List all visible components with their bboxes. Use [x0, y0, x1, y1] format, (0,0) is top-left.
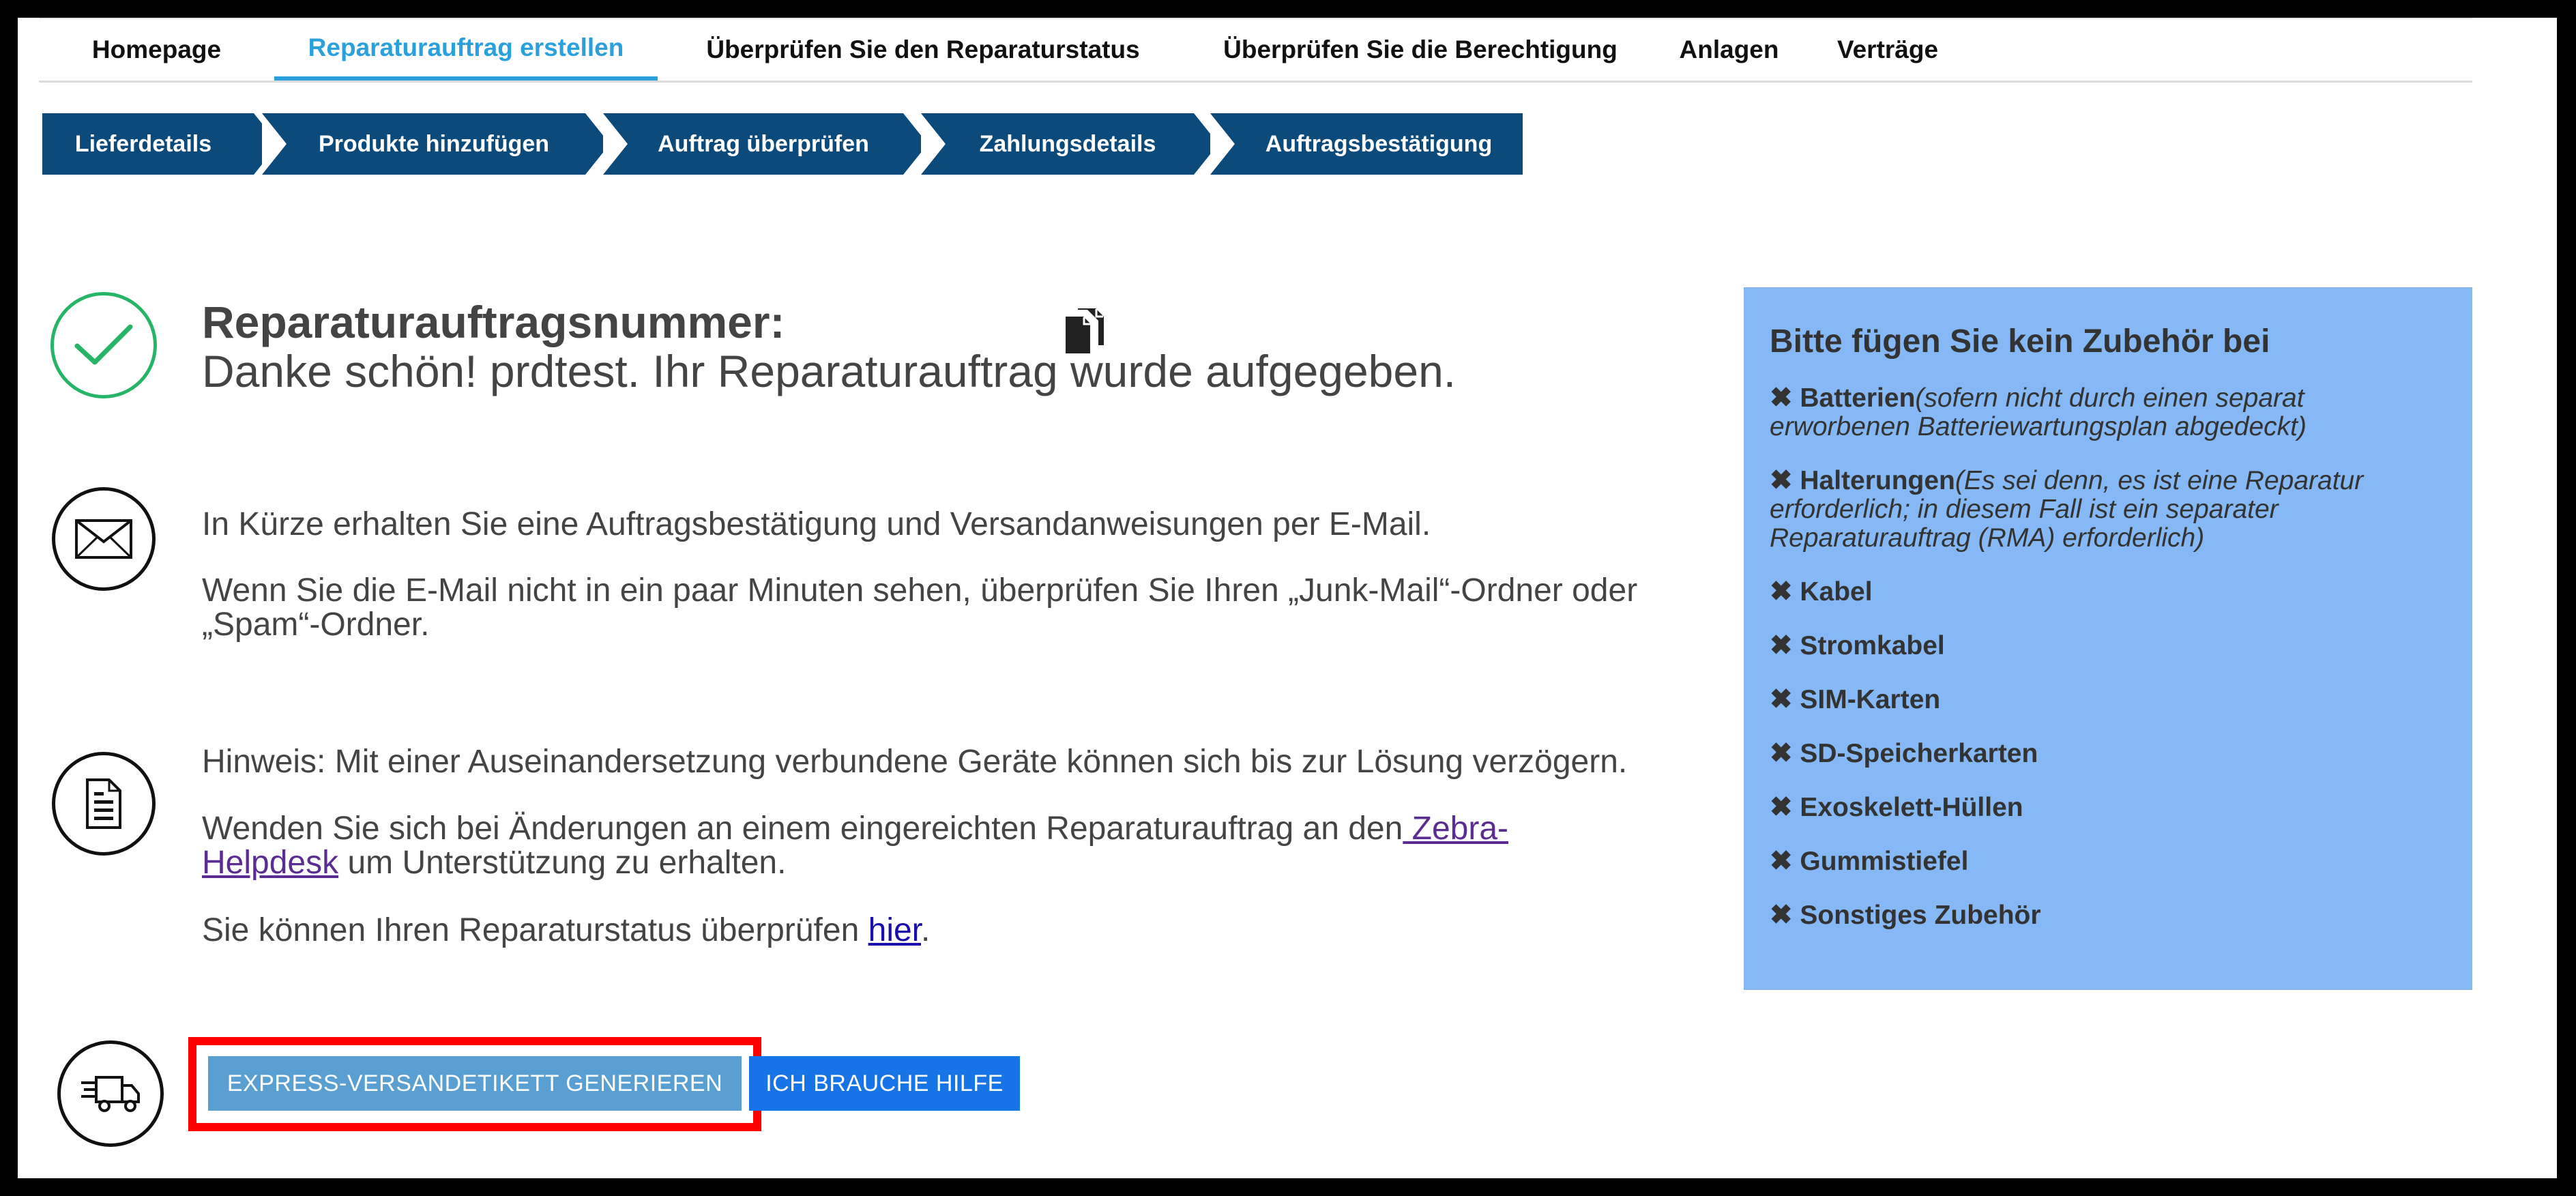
accessory-item: ✖ SD-Speicherkarten	[1770, 739, 2446, 768]
accessory-item: ✖ Kabel	[1770, 577, 2446, 607]
step-auftrag-ueberpruefen[interactable]: Auftrag überprüfen	[603, 113, 928, 175]
step-label: Auftrag überprüfen	[658, 130, 869, 157]
accessory-item: ✖ Exoskelett-Hüllen	[1770, 793, 2446, 822]
delivery-truck-icon	[57, 1040, 164, 1147]
order-stepper: Lieferdetails Produkte hinzufügen Auftra…	[42, 113, 1523, 175]
step-notch	[1210, 113, 1235, 175]
tab-vertraege[interactable]: Verträge	[1806, 19, 1970, 81]
tab-anlagen[interactable]: Anlagen	[1652, 19, 1806, 81]
x-mark-icon: ✖	[1770, 900, 1793, 930]
check-icon	[50, 292, 157, 398]
accessory-name: Stromkabel	[1800, 631, 1945, 660]
repair-status-text: Sie können Ihren Reparaturstatus überprü…	[202, 914, 1635, 948]
x-mark-icon: ✖	[1770, 465, 1793, 495]
accessory-name: SD-Speicherkarten	[1800, 739, 2038, 768]
repair-status-text-end: .	[921, 912, 931, 948]
top-nav: Homepage Reparaturauftrag erstellen Über…	[39, 18, 2472, 83]
helpdesk-text-end: um Unterstützung zu erhalten.	[338, 845, 787, 881]
step-lieferdetails[interactable]: Lieferdetails	[42, 113, 278, 175]
thank-you-message: Danke schön! prdtest. Ihr Reparaturauftr…	[202, 346, 1457, 396]
step-label: Auftragsbestätigung	[1265, 130, 1493, 157]
envelope-icon	[52, 487, 156, 591]
accessory-list: ✖ Batterien(sofern nicht durch einen sep…	[1770, 383, 2446, 930]
accessory-name: Kabel	[1800, 577, 1873, 607]
step-notch	[921, 113, 946, 175]
step-notch	[603, 113, 628, 175]
accessory-name: Halterungen	[1800, 466, 1955, 495]
x-mark-icon: ✖	[1770, 792, 1793, 822]
tab-reparaturauftrag-erstellen[interactable]: Reparaturauftrag erstellen	[274, 19, 658, 81]
accessory-item: ✖ Stromkabel	[1770, 631, 2446, 660]
helpdesk-text-start: Wenden Sie sich bei Änderungen an einem …	[202, 811, 1403, 847]
accessory-item: ✖ Batterien(sofern nicht durch einen sep…	[1770, 383, 2446, 441]
step-label: Produkte hinzufügen	[318, 130, 550, 157]
accessory-name: Sonstiges Zubehör	[1800, 901, 2041, 930]
step-notch	[262, 113, 287, 175]
need-help-button[interactable]: ICH BRAUCHE HILFE	[749, 1056, 1020, 1111]
copy-icon[interactable]	[1062, 307, 1109, 356]
document-icon	[52, 752, 156, 856]
x-mark-icon: ✖	[1770, 577, 1793, 607]
accessory-name: Batterien	[1800, 383, 1916, 413]
accessory-name: Exoskelett-Hüllen	[1800, 793, 2023, 822]
no-accessories-box: Bitte fügen Sie kein Zubehör bei ✖ Batte…	[1744, 287, 2472, 990]
page: Homepage Reparaturauftrag erstellen Über…	[18, 18, 2557, 1178]
accessory-item: ✖ Halterungen(Es sei denn, es ist eine R…	[1770, 466, 2446, 553]
step-zahlungsdetails[interactable]: Zahlungsdetails	[921, 113, 1218, 175]
accessory-name: SIM-Karten	[1800, 685, 1941, 714]
step-label: Zahlungsdetails	[979, 130, 1156, 157]
repair-status-link[interactable]: hier	[868, 912, 921, 948]
tab-berechtigung[interactable]: Überprüfen Sie die Berechtigung	[1188, 19, 1652, 81]
tab-homepage[interactable]: Homepage	[39, 19, 274, 81]
x-mark-icon: ✖	[1770, 738, 1793, 768]
generate-express-label-button[interactable]: EXPRESS-VERSANDETIKETT GENERIEREN	[208, 1056, 742, 1111]
accessory-name: Gummistiefel	[1800, 847, 1969, 876]
spam-folder-hint: Wenn Sie die E-Mail nicht in ein paar Mi…	[202, 572, 1638, 643]
accessory-item: ✖ Sonstiges Zubehör	[1770, 901, 2446, 930]
repair-status-text-start: Sie können Ihren Reparaturstatus überprü…	[202, 912, 868, 948]
helpdesk-text: Wenden Sie sich bei Änderungen an einem …	[202, 812, 1635, 880]
tab-reparaturstatus[interactable]: Überprüfen Sie den Reparaturstatus	[658, 19, 1188, 81]
x-mark-icon: ✖	[1770, 684, 1793, 714]
step-label: Lieferdetails	[74, 130, 212, 157]
no-accessories-title: Bitte fügen Sie kein Zubehör bei	[1770, 323, 2270, 360]
confirmation-header: Reparaturauftragsnummer: Danke schön! pr…	[202, 297, 1669, 396]
x-mark-icon: ✖	[1770, 630, 1793, 660]
step-produkte-hinzufuegen[interactable]: Produkte hinzufügen	[262, 113, 610, 175]
dispute-note: Hinweis: Mit einer Auseinandersetzung ve…	[202, 744, 1628, 780]
step-auftragsbestaetigung[interactable]: Auftragsbestätigung	[1210, 113, 1523, 175]
x-mark-icon: ✖	[1770, 846, 1793, 876]
order-number-title: Reparaturauftragsnummer:	[202, 297, 785, 347]
accessory-item: ✖ Gummistiefel	[1770, 847, 2446, 876]
accessory-item: ✖ SIM-Karten	[1770, 685, 2446, 714]
x-mark-icon: ✖	[1770, 383, 1793, 413]
email-info-text: In Kürze erhalten Sie eine Auftragsbestä…	[202, 506, 1431, 542]
